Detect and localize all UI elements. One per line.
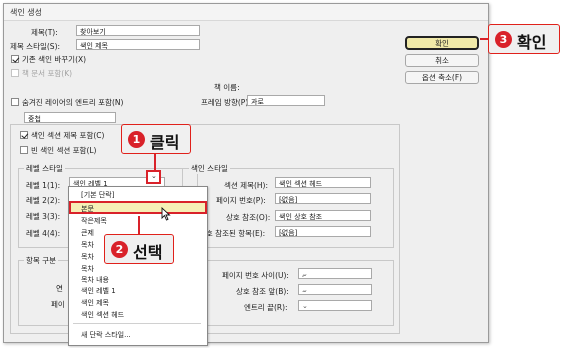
step-3-text: 확인	[517, 33, 547, 52]
title-label: 제목(T):	[31, 28, 58, 37]
before-cross-reference-label: 상호 참조 앞(B):	[236, 287, 289, 296]
replace-existing-checkbox[interactable]	[11, 55, 19, 63]
menu-item[interactable]: 목차 내용	[69, 274, 207, 285]
section-heading-select[interactable]: 색인 섹션 헤드 ⌄	[275, 177, 371, 188]
section-heading-label: 섹션 제목(H):	[224, 181, 269, 190]
include-empty-sections-checkbox[interactable]	[20, 146, 28, 154]
dialog-titlebar: 색인 생성	[4, 4, 488, 21]
page-number-label: 페이지 번호(P):	[216, 196, 266, 205]
include-book-checkbox[interactable]	[11, 69, 19, 77]
callout-2-connector	[138, 216, 140, 234]
include-empty-sections-label: 빈 색인 섹션 포함(L)	[31, 146, 97, 155]
level-4-label: 레벨 4(4):	[26, 229, 61, 238]
step-1-badge: 1	[128, 131, 145, 148]
chevron-down-icon: ⌄	[80, 41, 86, 49]
chevron-down-icon: ⌄	[279, 179, 285, 187]
entry-end-input[interactable]: ⌄	[298, 300, 372, 311]
entry-end-label: 엔트리 끝(R):	[244, 303, 288, 312]
menu-item-label: 목차 내용	[81, 276, 109, 284]
dialog-title: 색인 생성	[10, 8, 42, 17]
menu-item-label: 목차	[81, 265, 94, 273]
chevron-down-icon: ⌄	[28, 114, 34, 122]
title-input-value: 찾아보기	[80, 28, 106, 36]
cancel-button[interactable]: 취소	[405, 54, 479, 67]
cross-referenced-topic-label: 상호 참조된 항목(E):	[199, 229, 266, 238]
callout-1-connector	[154, 154, 156, 171]
menu-item-label: 새 단락 스타일...	[81, 331, 131, 339]
callout-click: 1 클릭	[121, 124, 191, 154]
cancel-button-label: 취소	[435, 56, 449, 65]
cross-referenced-topic-select[interactable]: [없음] ⌄	[275, 226, 371, 237]
menu-item-new-style[interactable]: 새 단락 스타일...	[69, 329, 207, 340]
separator-partial-label-1: 연	[56, 284, 63, 293]
level-2-label: 레벨 2(2):	[26, 196, 61, 205]
between-page-numbers-input[interactable]: , ⌄	[298, 268, 372, 279]
book-name-label: 책 이름:	[214, 83, 240, 92]
title-input[interactable]: 찾아보기	[76, 25, 200, 36]
step-2-text: 선택	[133, 243, 163, 262]
frame-direction-select[interactable]: 가로 ⌄	[247, 95, 325, 106]
menu-item-label: 작은제목	[81, 217, 107, 225]
menu-item-label: 색인 섹션 헤드	[81, 311, 125, 319]
step-3-badge: 3	[495, 31, 512, 48]
menu-item-label: 본문	[81, 205, 94, 213]
callout-confirm: 3 확인	[488, 24, 560, 54]
menu-item[interactable]: 목차	[69, 263, 207, 274]
chevron-down-icon: ⌄	[302, 270, 308, 278]
before-cross-reference-input[interactable]: . ⌄	[298, 284, 372, 295]
chevron-down-icon: ⌄	[302, 286, 308, 294]
separator-partial-label-2: 페이	[51, 300, 65, 309]
menu-item-label: [기본 단락]	[81, 191, 115, 199]
between-page-numbers-label: 페이지 번호 사이(U):	[222, 271, 289, 280]
chevron-down-icon: ⌄	[279, 212, 285, 220]
menu-divider	[73, 323, 201, 324]
include-book-label: 책 문서 포함(K)	[22, 69, 73, 78]
menu-item-label: 큰제	[81, 229, 94, 237]
ok-button-label: 확인	[435, 39, 449, 48]
include-section-headings-label: 색인 섹션 제목 포함(C)	[31, 131, 105, 140]
mouse-pointer-icon	[161, 207, 171, 221]
menu-item[interactable]: 색인 레벨 1	[69, 285, 207, 296]
include-section-headings-checkbox[interactable]	[20, 131, 28, 139]
level-1-dropdown-menu: [기본 단락] 본문 작은제목 큰제 목차 목차 목차 목차 내용 색인 레벨 …	[68, 186, 208, 346]
chevron-down-icon: ⌄	[279, 228, 285, 236]
cross-reference-label: 상호 참조(O):	[226, 213, 271, 222]
level-1-label: 레벨 1(1):	[26, 181, 61, 190]
menu-item-label: 목차	[81, 241, 94, 249]
menu-item-label: 목차	[81, 253, 94, 261]
title-style-label: 제목 스타일(S):	[10, 42, 61, 51]
menu-item-label: 색인 제목	[81, 299, 109, 307]
separators-title: 항목 구분	[24, 255, 58, 266]
include-hidden-checkbox[interactable]	[11, 98, 19, 106]
callout-3-connector	[480, 38, 488, 40]
step-1-text: 클릭	[150, 133, 180, 152]
level-1-dropdown-button[interactable]: ⌄	[146, 170, 161, 184]
menu-item-label: 색인 레벨 1	[81, 287, 116, 295]
menu-item[interactable]: 색인 섹션 헤드	[69, 309, 207, 320]
frame-direction-label: 프레임 방향(P):	[201, 98, 251, 107]
index-type-select[interactable]: 중첩 ⌄	[24, 112, 116, 123]
page-number-select[interactable]: [없음] ⌄	[275, 193, 371, 204]
ok-button[interactable]: 확인	[405, 36, 479, 50]
menu-item-highlighted[interactable]: 본문	[69, 201, 207, 214]
fewer-options-button-label: 옵션 축소(F)	[421, 73, 463, 82]
menu-item[interactable]: [기본 단락]	[69, 189, 207, 200]
chevron-down-icon: ⌄	[151, 172, 157, 180]
fewer-options-button[interactable]: 옵션 축소(F)	[405, 71, 479, 84]
level-style-title: 레벨 스타일	[24, 163, 65, 174]
chevron-down-icon: ⌄	[302, 302, 308, 310]
title-style-select[interactable]: 색인 제목 ⌄	[76, 39, 200, 50]
replace-existing-label: 기존 색인 바꾸기(X)	[22, 55, 87, 64]
callout-select: 2 선택	[104, 234, 174, 264]
cross-reference-select[interactable]: 색인 상호 참조 ⌄	[275, 210, 371, 221]
chevron-down-icon: ⌄	[279, 195, 285, 203]
index-style-title: 색인 스타일	[189, 163, 230, 174]
menu-item[interactable]: 색인 제목	[69, 297, 207, 308]
level-3-label: 레벨 3(3):	[26, 212, 61, 221]
chevron-down-icon: ⌄	[251, 97, 257, 105]
include-hidden-label: 숨겨진 레이어의 엔트리 포함(N)	[22, 98, 124, 107]
step-2-badge: 2	[111, 241, 128, 258]
